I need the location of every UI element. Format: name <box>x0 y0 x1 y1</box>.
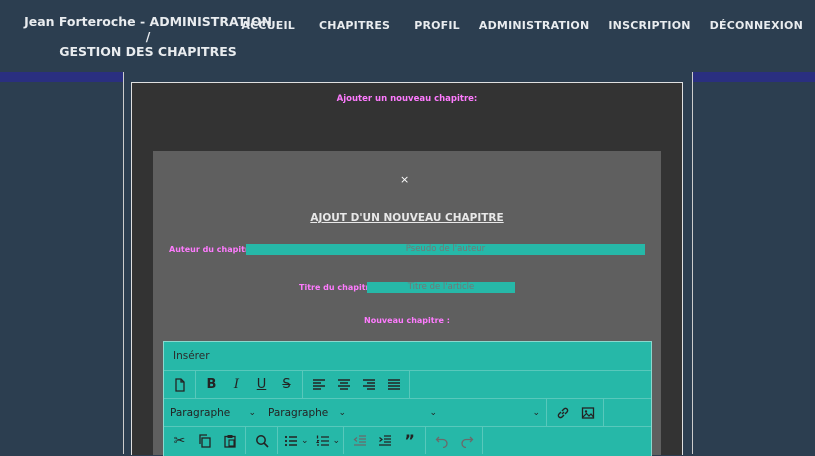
toolbar-row-3: ✂ ⌄ ⌄ ” <box>164 427 651 454</box>
align-left-icon[interactable] <box>306 374 331 396</box>
top-header: Jean Forteroche - ADMINISTRATION / GESTI… <box>0 0 815 82</box>
toolbar-row-1: B I U S <box>164 371 651 399</box>
numbered-list-icon[interactable] <box>313 430 333 452</box>
link-icon[interactable] <box>550 402 575 424</box>
close-icon[interactable]: × <box>400 173 409 186</box>
search-icon[interactable] <box>249 430 274 452</box>
admin-panel: Ajouter un nouveau chapitre: × AJOUT D'U… <box>131 82 683 456</box>
toolbar-group-selects: Paragraphe ⌄ Paragraphe ⌄ ⌄ ⌄ <box>164 399 547 426</box>
chevron-down-icon: ⌄ <box>338 407 346 418</box>
chapter-title-input[interactable] <box>367 282 515 293</box>
toolbar-row-2: Paragraphe ⌄ Paragraphe ⌄ ⌄ ⌄ <box>164 399 651 427</box>
strikethrough-icon[interactable]: S <box>274 374 299 396</box>
site-brand[interactable]: Jean Forteroche - ADMINISTRATION / GESTI… <box>20 14 276 59</box>
format-select[interactable]: Paragraphe ⌄ <box>164 402 262 424</box>
font-size-select[interactable]: ⌄ <box>443 402 546 424</box>
toolbar-group-align <box>303 371 410 398</box>
bullet-list-icon[interactable] <box>281 430 301 452</box>
format-select-value: Paragraphe <box>170 406 231 419</box>
image-icon[interactable] <box>575 402 600 424</box>
align-justify-icon[interactable] <box>381 374 406 396</box>
undo-icon[interactable] <box>429 430 454 452</box>
redo-icon[interactable] <box>454 430 479 452</box>
toolbar-group-text-style: B I U S <box>196 371 303 398</box>
content-label: Nouveau chapitre : <box>364 316 450 325</box>
chevron-down-icon: ⌄ <box>429 407 437 418</box>
toolbar-group-history <box>426 427 484 454</box>
toolbar-group-clipboard: ✂ <box>164 427 246 454</box>
italic-icon[interactable]: I <box>224 374 249 396</box>
rich-text-editor: Insérer B I U S Paragraphe ⌄ Paragraphe … <box>163 341 652 456</box>
underline-icon[interactable]: U <box>249 374 274 396</box>
new-chapter-modal: × AJOUT D'UN NOUVEAU CHAPITRE Auteur du … <box>153 151 661 456</box>
brand-line-1: Jean Forteroche - ADMINISTRATION / <box>24 14 272 44</box>
brand-line-2: GESTION DES CHAPITRES <box>59 44 237 59</box>
font-family-select[interactable]: ⌄ <box>352 402 443 424</box>
main-nav: ACCUEIL CHAPITRES PROFIL ADMINISTRATION … <box>241 19 803 32</box>
bold-icon[interactable]: B <box>199 374 224 396</box>
nav-chapitres[interactable]: CHAPITRES <box>319 19 390 32</box>
align-right-icon[interactable] <box>356 374 381 396</box>
toolbar-group-lists: ⌄ ⌄ <box>278 427 345 454</box>
chevron-down-icon: ⌄ <box>248 407 256 418</box>
toolbar-group-search <box>246 427 278 454</box>
modal-title: AJOUT D'UN NOUVEAU CHAPITRE <box>310 212 504 224</box>
nav-accueil[interactable]: ACCUEIL <box>241 19 295 32</box>
nav-profil[interactable]: PROFIL <box>414 19 460 32</box>
chevron-down-icon[interactable]: ⌄ <box>333 436 341 446</box>
cut-icon[interactable]: ✂ <box>167 430 192 452</box>
copy-icon[interactable] <box>192 430 217 452</box>
author-input[interactable] <box>246 244 645 255</box>
toolbar-group-indent: ” <box>344 427 427 454</box>
indent-icon[interactable] <box>372 430 397 452</box>
blockquote-icon[interactable]: ” <box>397 430 422 452</box>
block-select[interactable]: Paragraphe ⌄ <box>262 402 352 424</box>
paste-icon[interactable] <box>217 430 242 452</box>
block-select-value: Paragraphe <box>268 406 329 419</box>
toolbar-group-insert <box>547 399 604 426</box>
chevron-down-icon: ⌄ <box>532 407 540 418</box>
menu-insert[interactable]: Insérer <box>164 342 651 371</box>
nav-inscription[interactable]: INSCRIPTION <box>608 19 690 32</box>
toolbar-group-document <box>164 371 196 398</box>
align-center-icon[interactable] <box>331 374 356 396</box>
chevron-down-icon[interactable]: ⌄ <box>301 436 309 446</box>
new-document-icon[interactable] <box>167 374 192 396</box>
nav-deconnexion[interactable]: DÉCONNEXION <box>710 19 803 32</box>
add-chapter-heading: Ajouter un nouveau chapitre: <box>336 94 478 104</box>
nav-administration[interactable]: ADMINISTRATION <box>479 19 590 32</box>
outdent-icon[interactable] <box>347 430 372 452</box>
